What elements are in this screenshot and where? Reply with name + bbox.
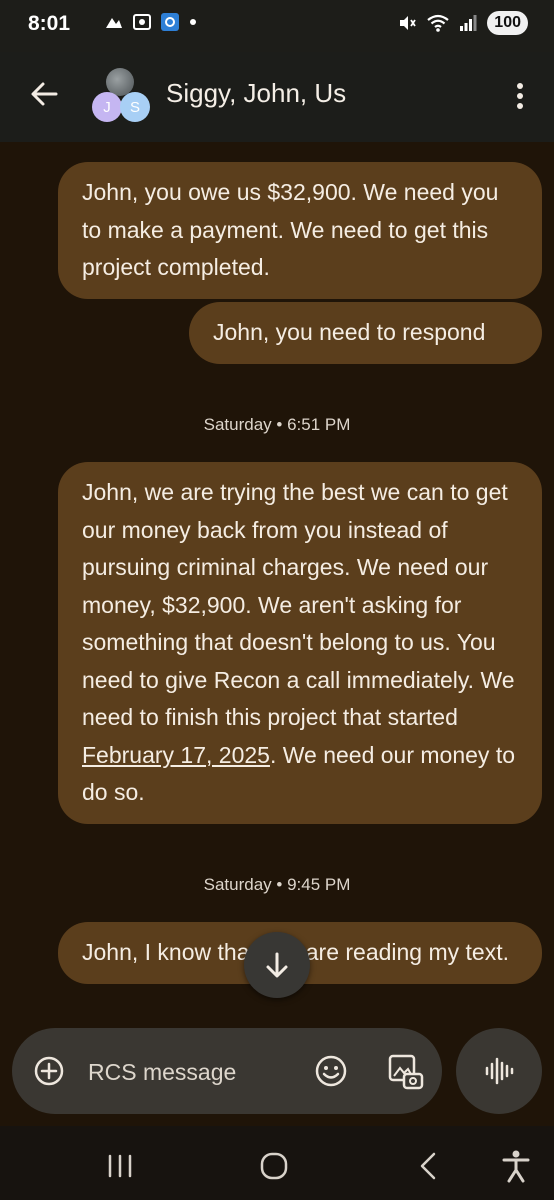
- wifi-icon: [427, 14, 449, 32]
- message-bubble[interactable]: John, you need to respond: [189, 302, 542, 364]
- message-list[interactable]: John, you owe us $32,900. We need you to…: [0, 142, 554, 1018]
- screenshot-icon: [133, 14, 151, 30]
- home-icon[interactable]: [256, 1148, 292, 1184]
- battery-indicator: 100: [487, 11, 528, 35]
- dot-icon: [190, 19, 196, 25]
- message-composer: [12, 1028, 442, 1114]
- recent-apps-icon[interactable]: [102, 1148, 138, 1184]
- back-nav-icon[interactable]: [412, 1148, 448, 1184]
- message-bubble[interactable]: John, we are trying the best we can to g…: [58, 462, 542, 824]
- voice-message-button[interactable]: [456, 1028, 542, 1114]
- notification-icon: [106, 18, 122, 28]
- timestamp: Saturday • 6:51 PM: [203, 415, 351, 434]
- status-time: 8:01: [28, 12, 71, 35]
- message-text: John, we are trying the best we can to g…: [82, 479, 515, 730]
- app-icon: [161, 13, 179, 31]
- scroll-to-bottom-button[interactable]: [244, 932, 310, 998]
- accessibility-icon[interactable]: [498, 1148, 534, 1184]
- group-avatar[interactable]: J S: [92, 68, 154, 128]
- rcs-message-input[interactable]: [86, 1052, 300, 1092]
- avatar-j: J: [92, 92, 122, 122]
- conversation-title[interactable]: Siggy, John, Us: [166, 78, 346, 109]
- signal-icon: [460, 15, 477, 31]
- mute-icon: [400, 16, 417, 30]
- avatar-s: S: [120, 92, 150, 122]
- status-right: 100: [397, 11, 528, 35]
- voice-waveform-icon: [485, 1057, 514, 1085]
- back-arrow-icon[interactable]: [26, 76, 62, 112]
- date-link[interactable]: February 17, 2025: [82, 742, 270, 768]
- arrow-down-icon: [266, 952, 288, 978]
- more-options-icon[interactable]: [512, 78, 528, 114]
- conversation-header: J S Siggy, John, Us: [0, 52, 554, 142]
- message-text: John, you owe us $32,900. We need you to…: [82, 179, 499, 280]
- system-navigation-bar: [0, 1126, 554, 1200]
- timestamp: Saturday • 9:45 PM: [203, 875, 351, 894]
- gallery-icon[interactable]: [386, 1052, 426, 1092]
- emoji-icon[interactable]: [314, 1054, 348, 1088]
- message-text: John, you need to respond: [213, 319, 486, 345]
- add-attachment-icon[interactable]: [34, 1056, 64, 1086]
- message-bubble[interactable]: John, you owe us $32,900. We need you to…: [58, 162, 542, 299]
- status-left-icons: [104, 12, 198, 32]
- status-bar: 8:01 100: [0, 0, 554, 52]
